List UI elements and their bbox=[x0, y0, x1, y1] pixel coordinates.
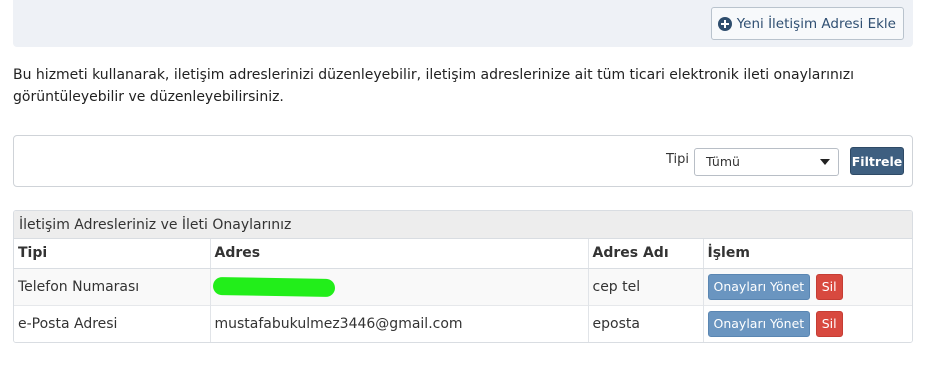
cell-address bbox=[210, 267, 589, 305]
intro-text: Bu hizmeti kullanarak, iletişim adresler… bbox=[13, 67, 854, 105]
redacted-address-mark bbox=[212, 276, 335, 297]
delete-button[interactable]: Sil bbox=[815, 310, 843, 337]
type-filter-value: Tümü bbox=[706, 154, 740, 169]
caret-down-icon bbox=[820, 159, 830, 165]
manage-consents-button[interactable]: Onayları Yönet bbox=[707, 310, 811, 337]
filter-button[interactable]: Filtrele bbox=[850, 147, 904, 175]
contact-addresses-panel: İletişim Adresleriniz ve İleti Onayların… bbox=[13, 210, 913, 343]
column-header-address: Adres bbox=[210, 239, 589, 269]
cell-actions: Onayları Yönet Sil bbox=[703, 304, 912, 342]
add-contact-address-label: Yeni İletişim Adresi Ekle bbox=[736, 15, 896, 32]
column-header-type: Tipi bbox=[14, 239, 211, 269]
filter-panel: Tipi Tümü Filtrele bbox=[13, 135, 913, 187]
cell-type: Telefon Numarası bbox=[14, 267, 211, 305]
delete-button[interactable]: Sil bbox=[815, 273, 843, 300]
column-header-action: İşlem bbox=[703, 239, 912, 269]
type-filter-select[interactable]: Tümü bbox=[694, 148, 839, 176]
cell-actions: Onayları Yönet Sil bbox=[703, 267, 912, 305]
panel-title: İletişim Adresleriniz ve İleti Onayların… bbox=[14, 211, 912, 239]
cell-address-name: cep tel bbox=[588, 267, 704, 305]
column-header-address-name: Adres Adı bbox=[588, 239, 704, 269]
type-filter-label: Tipi bbox=[666, 152, 690, 167]
table-row: e-Posta Adresi mustafabukulmez3446@gmail… bbox=[14, 304, 912, 342]
table-row: Telefon Numarası cep tel Onayları Yönet … bbox=[14, 267, 912, 305]
table-header-row: Tipi Adres Adres Adı İşlem bbox=[14, 239, 912, 269]
plus-circle-icon bbox=[717, 16, 732, 31]
cell-address: mustafabukulmez3446@gmail.com bbox=[210, 304, 589, 342]
manage-consents-button[interactable]: Onayları Yönet bbox=[707, 273, 811, 300]
contact-addresses-table: Tipi Adres Adres Adı İşlem Telefon Numar… bbox=[14, 239, 912, 342]
add-contact-address-button[interactable]: Yeni İletişim Adresi Ekle bbox=[710, 7, 904, 40]
top-toolbar: Yeni İletişim Adresi Ekle bbox=[13, 0, 913, 47]
cell-address-name: eposta bbox=[588, 304, 704, 342]
cell-type: e-Posta Adresi bbox=[14, 304, 211, 342]
